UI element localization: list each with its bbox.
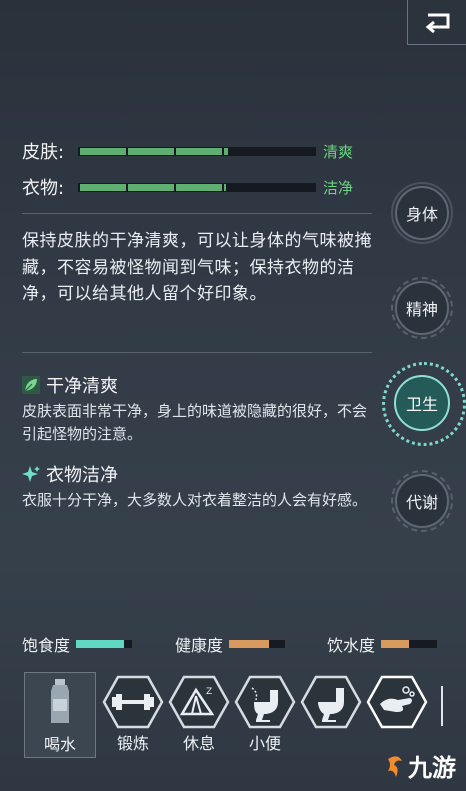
buff-description: 皮肤表面非常干净，身上的味道被隐藏的很好，不会引起怪物的注意。 xyxy=(22,402,368,443)
gauge-label: 健康度 xyxy=(175,636,224,655)
buff-clothes: 衣物洁净 衣服十分干净，大多数人对衣着整洁的人会有好感。 xyxy=(22,461,372,512)
leaf-icon xyxy=(22,376,40,394)
toilet-icon xyxy=(234,675,296,729)
buff-clean: 干净清爽 皮肤表面非常干净，身上的味道被隐藏的很好，不会引起怪物的注意。 xyxy=(22,372,372,446)
tab-mind[interactable]: 精神 xyxy=(395,281,449,335)
tent-icon: Z xyxy=(168,675,230,729)
scroll-edge-indicator xyxy=(441,686,443,726)
return-arrow-icon xyxy=(425,13,450,33)
tab-metabolism[interactable]: 代谢 xyxy=(395,474,449,528)
action-label: 锻炼 xyxy=(116,734,149,753)
water-bottle-icon xyxy=(51,679,69,723)
health-gauge: 健康度 xyxy=(175,634,286,655)
action-label: 小便 xyxy=(248,734,281,753)
action-label: 休息 xyxy=(182,734,215,753)
action-exercise[interactable]: 锻炼 xyxy=(98,672,168,756)
washing-hands-icon xyxy=(366,675,428,729)
stat-label: 衣物: xyxy=(22,178,65,199)
clothes-stat-row: 衣物: 洁净 xyxy=(22,174,353,200)
gauge-label: 饮水度 xyxy=(327,636,376,655)
jiuyou-logo-icon xyxy=(388,755,402,777)
skin-bar xyxy=(78,146,316,156)
watermark-logo: 九游 xyxy=(384,748,456,783)
action-urinate[interactable]: 小便 xyxy=(230,672,300,756)
tab-label: 身体 xyxy=(405,205,438,224)
tab-hygiene[interactable]: 卫生 xyxy=(394,375,450,431)
tab-label: 代谢 xyxy=(405,493,438,512)
buff-title: 干净清爽 xyxy=(46,376,118,397)
action-rest[interactable]: Z 休息 xyxy=(164,672,234,756)
hygiene-description: 保持皮肤的干净清爽，可以让身体的气味被掩藏，不容易被怪物闻到气味；保持衣物的洁净… xyxy=(22,231,372,304)
action-defecate[interactable] xyxy=(296,672,366,756)
toilet-icon xyxy=(300,675,362,729)
action-bar: 喝水 锻炼 Z 休息 小便 xyxy=(20,672,446,758)
action-wash-hands[interactable] xyxy=(362,672,432,756)
stat-label: 皮肤: xyxy=(22,142,65,163)
back-button[interactable] xyxy=(407,0,466,45)
buff-title: 衣物洁净 xyxy=(46,465,118,486)
stat-value: 洁净 xyxy=(323,178,354,197)
action-drink-water[interactable]: 喝水 xyxy=(24,672,96,758)
sparkle-icon xyxy=(22,466,40,482)
skin-stat-row: 皮肤: 清爽 xyxy=(22,138,353,164)
gauge-label: 饱食度 xyxy=(22,636,71,655)
divider xyxy=(22,352,372,353)
tab-label: 精神 xyxy=(405,300,438,319)
tab-label: 卫生 xyxy=(405,395,438,414)
stat-value: 清爽 xyxy=(323,142,354,161)
watermark-text: 九游 xyxy=(408,754,456,782)
svg-text:Z: Z xyxy=(206,687,212,697)
dumbbell-icon xyxy=(102,675,164,729)
divider xyxy=(22,213,372,214)
clothes-bar xyxy=(78,182,316,192)
action-label: 喝水 xyxy=(43,735,76,754)
hydration-gauge: 饮水度 xyxy=(327,634,438,655)
satiety-gauge: 饱食度 xyxy=(22,634,133,655)
buff-description: 衣服十分干净，大多数人对衣着整洁的人会有好感。 xyxy=(22,491,368,509)
tab-body[interactable]: 身体 xyxy=(395,186,449,240)
